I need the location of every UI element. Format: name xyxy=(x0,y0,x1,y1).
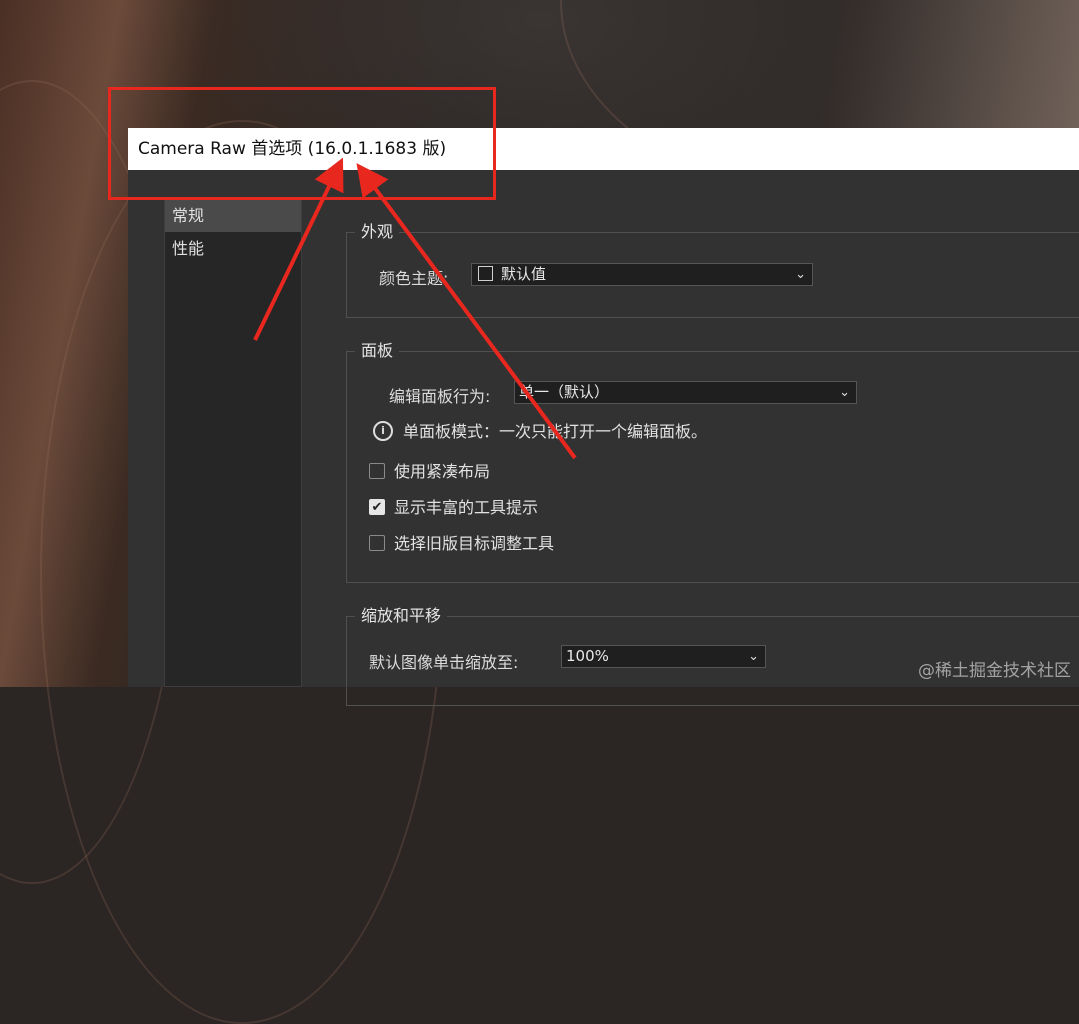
annotation-arrow-right xyxy=(356,163,577,460)
annotation-arrow-left xyxy=(253,157,344,341)
annotation-arrows xyxy=(253,157,577,460)
watermark: @稀土掘金技术社区 xyxy=(918,661,1071,681)
